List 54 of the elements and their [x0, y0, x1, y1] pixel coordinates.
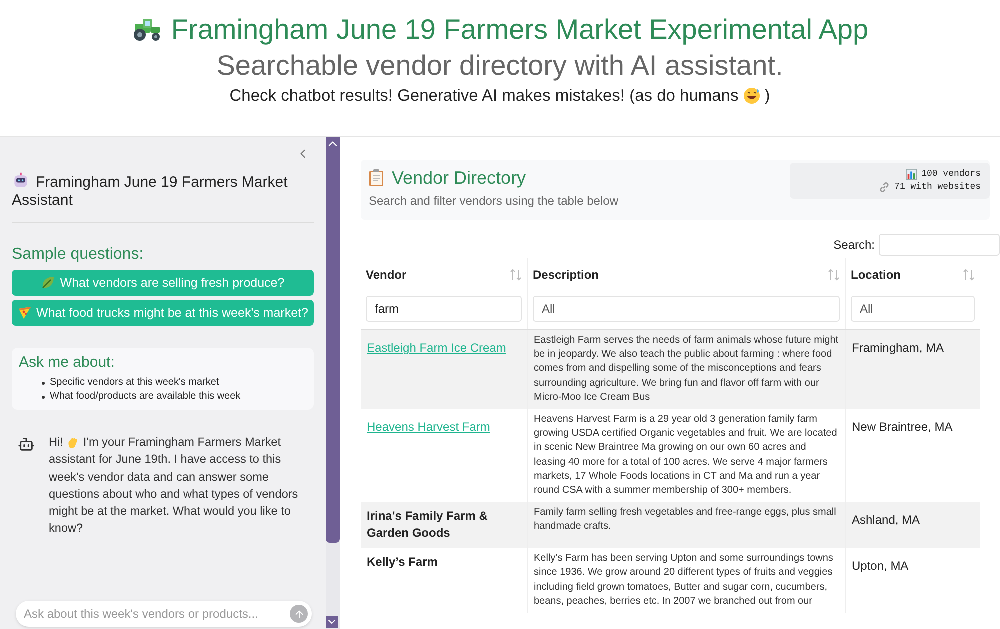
sort-icon[interactable]	[510, 269, 522, 281]
column-header[interactable]: Location	[851, 266, 901, 284]
location-cell: Framingham, MA	[852, 341, 944, 355]
chat-input[interactable]: Ask about this week's vendors or products...	[16, 601, 312, 627]
vendor-name: Kelly’s Farm	[367, 554, 439, 572]
robot-icon	[12, 172, 30, 190]
scroll-down-icon	[326, 616, 338, 628]
vendor-name: Irina's Family Farm & Garden Goods	[367, 508, 489, 542]
bullet-icon	[42, 382, 45, 385]
sidebar-title: Framingham June 19 Farmers Market Assistant	[12, 172, 289, 210]
about-heading: Ask me about:	[19, 354, 116, 372]
chatbot-icon	[18, 436, 35, 453]
stat-text: 71 with websites	[894, 181, 981, 194]
waving-hand-icon	[67, 436, 80, 449]
leaf-icon	[41, 276, 56, 290]
sort-icon[interactable]	[828, 269, 840, 281]
app-subtitle: Searchable vendor directory with AI assistant.	[216, 49, 784, 83]
sort-icon[interactable]	[963, 269, 975, 281]
sample-questions-heading: Sample questions:	[12, 245, 145, 265]
description-cell-text: Family farm selling fresh vegetables and free-range eggs, plus small handmade crafts.	[534, 506, 838, 534]
disclaimer-end: )	[764, 86, 770, 107]
disclaimer-text: Check chatbot results! Generative AI makes mistakes! (as do humans	[230, 86, 739, 107]
pizza-icon	[18, 306, 32, 320]
column-header[interactable]: Description	[533, 266, 600, 284]
location-cell: Ashland, MA	[852, 513, 920, 528]
app-title: Framingham June 19 Farmers Market Experimental App	[171, 13, 869, 47]
about-item: Specific vendors at this week's market	[50, 376, 220, 390]
message-greeting: Hi!	[49, 434, 64, 451]
column-header[interactable]: Vendor	[366, 266, 407, 284]
bullet-icon	[42, 396, 45, 399]
grinning-sweat-icon	[742, 87, 761, 105]
message-text: assistant for June 19th. I have access to this week's vendor data and can answer some questions about who and what types of vendors might be at the market. What would you like to know?	[49, 451, 300, 538]
column-filter-field[interactable]: All	[533, 296, 840, 322]
send-button[interactable]	[290, 605, 308, 623]
location-cell: New Braintree, MA	[852, 420, 953, 434]
description-cell-text: Heavens Harvest Farm is a 29 year old 3 generation family farm growing USDA certified Organic vegetables and fruit. We are located in scenic New Braintree Ma growing on our own 60 acres and leasing 40 more for a total of 100 acres. We serve 4 major farmers markets, 17 Whole Foods locations in CT and Ma and run a year round CSA with a summer membership of 300+ members.	[534, 413, 838, 498]
location-cell: Upton, MA	[852, 559, 909, 574]
search-label: Search:	[834, 237, 875, 254]
column-filter-field[interactable]: farm	[366, 296, 522, 322]
arrow-up-icon	[294, 608, 304, 620]
column-filter-field[interactable]: All	[851, 296, 975, 322]
scroll-up-icon	[326, 137, 340, 151]
directory-subtitle: Search and filter vendors using the table below	[369, 193, 618, 210]
about-item: What food/products are available this week	[50, 390, 241, 404]
link-icon	[878, 182, 890, 193]
description-cell-text: Kelly’s Farm has been serving Upton and some surroundings towns since 1936. We grow around 20 different types of fruits and veggies including field grown tomatoes, Butter and sugar corn, cucumbers, beans, peaches, berries etc. In 2007 we branched out from our	[534, 552, 834, 609]
stat-text: 100 vendors	[922, 168, 981, 181]
chat-input-field[interactable]: Ask about this week's vendors or products...	[24, 605, 290, 623]
directory-title: Vendor Directory	[392, 167, 526, 190]
clipboard-icon	[369, 169, 384, 187]
description-cell-text: Eastleigh Farm serves the needs of farm animals whose future might be in jeopardy. We also teach the public about farming : where food comes from and dispelling some of the misconceptions and fears surrounding agriculture. We bring fun and flavor off farm with our Micro-Moo Ice Cream Bus	[534, 334, 839, 405]
bar-chart-icon	[906, 169, 917, 180]
search-field[interactable]	[879, 234, 1000, 256]
message-text: I'm your Framingham Farmers Market	[83, 434, 282, 451]
